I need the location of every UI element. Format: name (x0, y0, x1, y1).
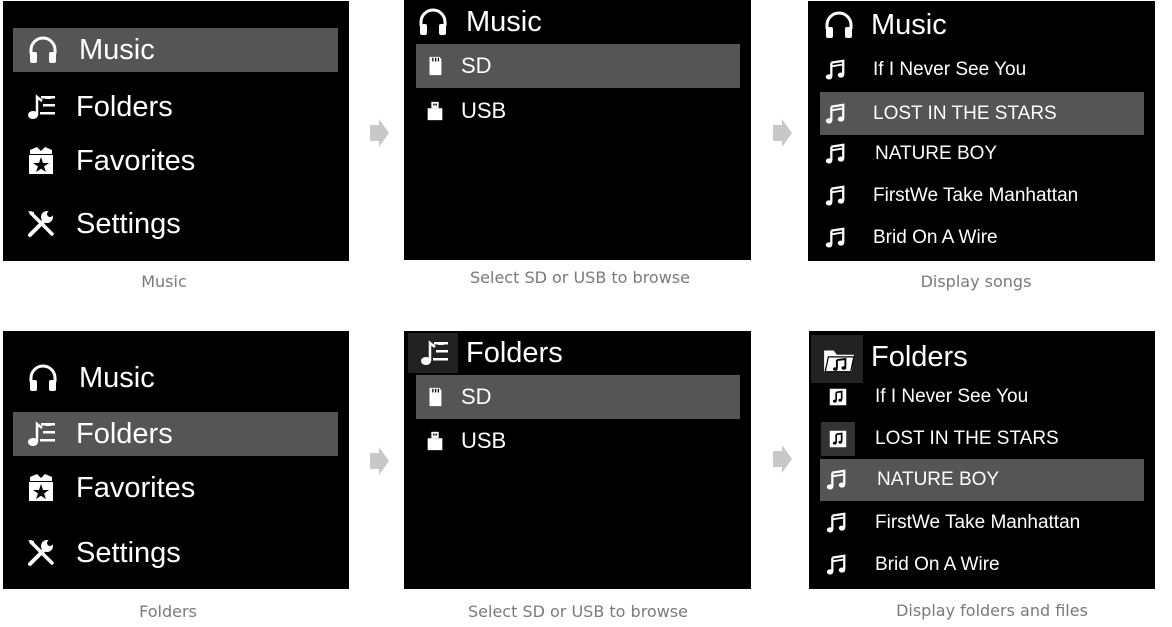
headphones-icon (414, 4, 452, 40)
caption-select-source: Select SD or USB to browse (468, 602, 688, 621)
arrow-right-icon (368, 118, 390, 148)
caption-folders: Folders (139, 602, 197, 621)
screen-title (408, 333, 458, 373)
folder-music-icon (21, 416, 61, 452)
song-item[interactable]: FirstWe Take Manhattan (820, 175, 1144, 217)
file-item[interactable]: FirstWe Take Manhattan (820, 502, 1144, 544)
screen-title-label: Folders (466, 336, 563, 369)
headphones-icon (820, 7, 858, 43)
arrow-right-icon (368, 446, 390, 476)
music-folder-icon (826, 385, 850, 409)
menu-item-label: Favorites (76, 471, 196, 504)
favorites-box-icon (21, 143, 61, 179)
arrow-right-icon (771, 444, 793, 474)
file-item[interactable]: LOST IN THE STARS (820, 418, 1144, 460)
file-item[interactable]: NATURE BOY (820, 459, 1144, 501)
music-note-icon (823, 184, 847, 208)
headphones-icon (23, 360, 63, 396)
song-item[interactable]: Brid On A Wire (820, 217, 1144, 259)
favorites-box-icon (21, 470, 61, 506)
sd-card-icon (423, 54, 447, 78)
music-note-icon (824, 511, 848, 535)
file-item[interactable]: Brid On A Wire (820, 544, 1144, 586)
tools-icon (21, 206, 61, 242)
usb-icon (423, 429, 447, 453)
source-item-label: USB (461, 428, 507, 453)
sd-card-icon (423, 385, 447, 409)
caption-music: Music (141, 272, 187, 291)
menu-item-label: Music (79, 361, 155, 394)
music-folder-icon (821, 422, 855, 456)
menu-item-folders[interactable]: Folders (13, 85, 338, 129)
music-main-menu-screen: Music Folders Favorites Settings (3, 1, 349, 261)
screen-title-label: Folders (871, 340, 968, 373)
song-item[interactable]: If I Never See You (820, 49, 1144, 91)
song-title: FirstWe Take Manhattan (873, 185, 1079, 206)
file-name: If I Never See You (875, 386, 1029, 407)
tools-icon (21, 535, 61, 571)
source-item-usb[interactable]: USB (416, 89, 740, 133)
screen-title-label: Music (466, 5, 542, 38)
screen-title-label: Music (871, 8, 947, 41)
music-note-icon (824, 468, 848, 492)
menu-item-label: Folders (76, 90, 173, 123)
music-note-icon (824, 553, 848, 577)
music-songs-screen: Music If I Never See You LOST IN THE STA… (808, 1, 1155, 261)
file-name: NATURE BOY (877, 469, 1000, 490)
music-note-icon (823, 226, 847, 250)
folders-files-screen: Folders If I Never See You LOST IN THE S… (809, 331, 1155, 589)
music-folder-icon (819, 339, 859, 379)
menu-item-label: Settings (76, 207, 181, 240)
arrow-right-icon (771, 118, 793, 148)
source-item-label: SD (461, 53, 492, 78)
menu-item-label: Settings (76, 536, 181, 569)
caption-display-songs: Display songs (920, 272, 1032, 291)
menu-item-favorites[interactable]: Favorites (13, 466, 338, 510)
song-item[interactable]: NATURE BOY (820, 133, 1144, 175)
file-name: LOST IN THE STARS (875, 428, 1059, 449)
folders-source-screen: Folders SD USB (404, 331, 751, 589)
song-title: If I Never See You (873, 59, 1027, 80)
source-item-usb[interactable]: USB (416, 419, 740, 463)
menu-item-settings[interactable]: Settings (13, 202, 338, 246)
file-name: FirstWe Take Manhattan (875, 512, 1081, 533)
music-note-icon (823, 102, 847, 126)
caption-select-source: Select SD or USB to browse (470, 268, 690, 287)
menu-item-label: Music (79, 33, 155, 66)
screen-title: Music (414, 2, 542, 42)
menu-item-settings[interactable]: Settings (13, 531, 338, 575)
menu-item-folders[interactable]: Folders (13, 412, 338, 456)
song-title: LOST IN THE STARS (873, 102, 1057, 124)
music-note-icon (823, 58, 847, 82)
source-item-label: USB (461, 98, 507, 123)
file-item[interactable]: If I Never See You (820, 376, 1144, 418)
folders-main-menu-screen: Music Folders Favorites Settings (3, 331, 349, 589)
menu-item-music[interactable]: Music (13, 356, 338, 400)
headphones-icon (23, 32, 63, 68)
source-item-label: SD (461, 384, 492, 409)
caption-display-folders-files: Display folders and files (896, 601, 1088, 620)
file-name: Brid On A Wire (875, 554, 1000, 575)
screen-title: Music (820, 5, 947, 45)
folder-music-icon (21, 89, 61, 125)
usb-icon (423, 99, 447, 123)
music-source-screen: Music SD USB (404, 0, 751, 260)
song-title: Brid On A Wire (873, 227, 998, 248)
screen-title-text: Folders (466, 333, 563, 373)
menu-item-label: Favorites (76, 144, 196, 177)
folder-music-icon (414, 335, 454, 371)
song-item[interactable]: LOST IN THE STARS (820, 92, 1144, 135)
song-title: NATURE BOY (875, 143, 998, 164)
screen-title-text: Folders (871, 337, 968, 377)
menu-item-favorites[interactable]: Favorites (13, 139, 338, 183)
music-note-icon (823, 142, 847, 166)
menu-item-label: Folders (76, 417, 173, 450)
source-item-sd[interactable]: SD (416, 375, 740, 419)
source-item-sd[interactable]: SD (416, 44, 740, 88)
menu-item-music[interactable]: Music (13, 28, 338, 72)
